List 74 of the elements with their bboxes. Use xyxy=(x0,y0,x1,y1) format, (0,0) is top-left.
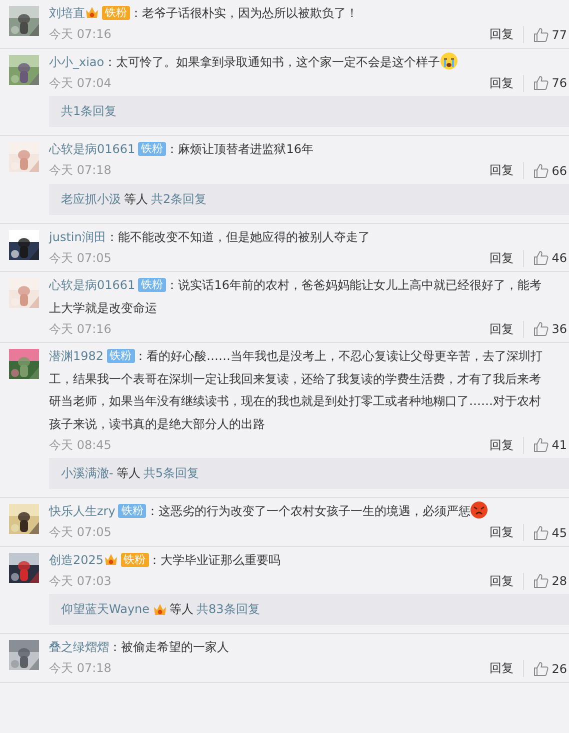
like-icon[interactable] xyxy=(532,524,549,540)
like-count: 76 xyxy=(552,76,567,90)
like-icon[interactable] xyxy=(532,660,549,676)
reply-link[interactable]: 回复 xyxy=(490,74,524,92)
username-link[interactable]: 心软是病01661 xyxy=(49,278,136,292)
like-count: 28 xyxy=(552,574,567,588)
others-label: 等人 xyxy=(116,465,140,482)
timestamp: 今天 07:18 xyxy=(49,660,112,677)
like-count: 26 xyxy=(552,662,567,676)
comment-text: 潜渊1982 铁粉 ：看的好心酸……当年我也是没考上，不忍心复读让父母更辛苦，去了深圳打工，结果我一个表哥在深圳一定让我回来复读，还给了我复读的学费生活费，才有了我后来考研当老师，如果当年没有继续读书，现在的我也就是到处打零工或者种地糊口了……对于农村孩子来说，读书真的是绝大部分人的出路 xyxy=(49,348,544,432)
comment-text: 快乐人生zry 铁粉 ：这恶劣的行为改变了一个农村女孩子一生的境遇，必须严惩 xyxy=(49,500,551,522)
like-icon[interactable] xyxy=(532,437,549,453)
reply-link[interactable]: 回复 xyxy=(490,572,524,590)
timestamp: 今天 07:16 xyxy=(49,320,112,338)
like-icon[interactable] xyxy=(532,162,549,178)
timestamp: 今天 07:05 xyxy=(49,524,112,541)
comment-text: 创造2025 铁粉 ：大学毕业证那么重要吗 xyxy=(49,552,282,568)
fan-badge: 铁粉 xyxy=(102,6,130,20)
username-link[interactable]: 叠之绿熠熠 xyxy=(49,640,109,654)
vip-icon xyxy=(85,6,99,19)
username-link[interactable]: justin润田 xyxy=(49,230,106,244)
vip-icon xyxy=(104,552,118,566)
timestamp: 今天 07:04 xyxy=(49,74,112,92)
timestamp: 今天 08:45 xyxy=(49,436,112,454)
user-link[interactable]: 小溪满澈- xyxy=(61,465,114,482)
user-link[interactable]: 老应抓小汲 xyxy=(61,190,121,208)
angry-face-icon xyxy=(470,501,488,519)
user-link[interactable]: 仰望蓝天Wayne xyxy=(61,601,150,618)
fan-badge: 铁粉 xyxy=(118,504,146,518)
timestamp: 今天 07:03 xyxy=(49,572,112,590)
reply-link[interactable]: 回复 xyxy=(490,660,524,677)
reply-count-link[interactable]: 共83条回复 xyxy=(196,601,260,618)
crying-face-icon xyxy=(440,52,458,70)
reply-count-link[interactable]: 共5条回复 xyxy=(143,465,199,482)
like-count: 66 xyxy=(552,164,567,178)
comment-text: justin润田：能不能改变不知道，但是她应得的被别人夺走了 xyxy=(49,228,371,246)
reply-count-link[interactable]: 共2条回复 xyxy=(151,190,207,208)
reply-count-link[interactable]: 共1条回复 xyxy=(61,103,117,120)
comment-text: 叠之绿熠熠：被偷走希望的一家人 xyxy=(49,639,230,656)
reply-link[interactable]: 回复 xyxy=(490,320,524,338)
fan-badge: 铁粉 xyxy=(120,552,149,566)
username-link[interactable]: 心软是病01661 xyxy=(49,142,136,156)
fan-badge: 铁粉 xyxy=(138,278,166,292)
fan-badge: 铁粉 xyxy=(138,142,166,156)
like-icon[interactable] xyxy=(532,75,549,91)
reply-link[interactable]: 回复 xyxy=(490,162,524,179)
comment-text: 心软是病01661 铁粉 ：说实话16年前的农村，爸爸妈妈能让女儿上高中就已经很好了，能考上大学就是改变命运 xyxy=(49,277,542,316)
username-link[interactable]: 小小_xiao xyxy=(49,54,104,68)
like-count: 46 xyxy=(552,251,567,265)
like-count: 77 xyxy=(552,28,567,42)
others-label: 等人 xyxy=(170,601,194,618)
comment-text: 刘培直 铁粉 ：老爷子话很朴实，因为怂所以被欺负了！ xyxy=(49,5,359,22)
like-icon[interactable] xyxy=(532,321,549,337)
timestamp: 今天 07:18 xyxy=(49,162,112,179)
like-count: 41 xyxy=(552,438,567,452)
timestamp: 今天 07:05 xyxy=(49,250,112,266)
username-link[interactable]: 创造2025 xyxy=(49,552,104,566)
others-label: 等人 xyxy=(124,190,148,208)
reply-link[interactable]: 回复 xyxy=(490,524,524,541)
comment-text: 小小_xiao：太可怜了。如果拿到录取通知书，这个家一定不会是这个样子 xyxy=(49,50,551,73)
reply-link[interactable]: 回复 xyxy=(490,436,524,454)
like-count: 45 xyxy=(552,526,567,540)
username-link[interactable]: 潜渊1982 xyxy=(49,349,104,363)
reply-link[interactable]: 回复 xyxy=(490,26,524,43)
timestamp: 今天 07:16 xyxy=(49,26,112,43)
username-link[interactable]: 快乐人生zry xyxy=(49,504,116,518)
reply-link[interactable]: 回复 xyxy=(490,250,524,266)
username-link[interactable]: 刘培直 xyxy=(49,6,85,20)
like-count: 36 xyxy=(552,322,567,336)
like-icon[interactable] xyxy=(532,573,549,589)
comment-text: 心软是病01661 铁粉 ：麻烦让顶替者进监狱16年 xyxy=(49,141,314,158)
like-icon[interactable] xyxy=(532,250,549,266)
fan-badge: 铁粉 xyxy=(106,349,135,363)
like-icon[interactable] xyxy=(532,26,549,42)
